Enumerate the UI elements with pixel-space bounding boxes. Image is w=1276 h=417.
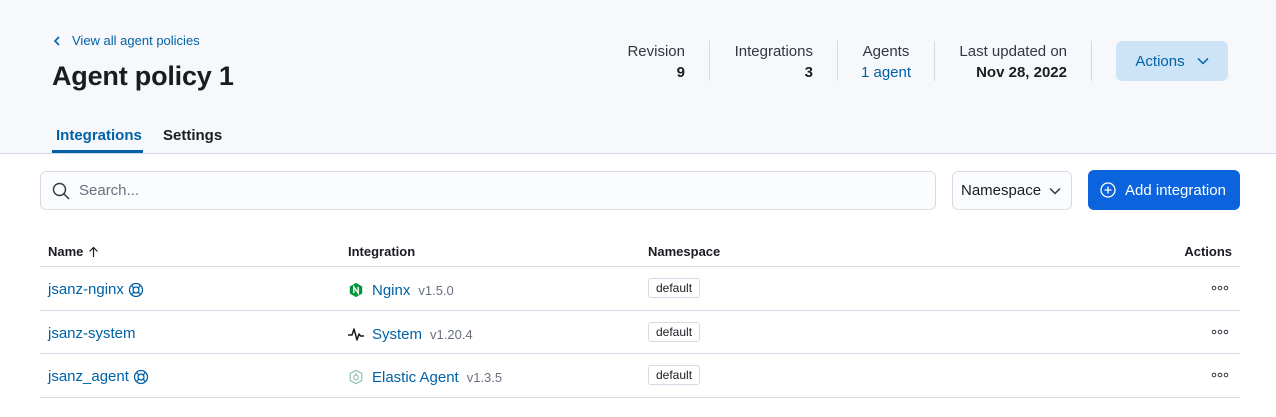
- integration-cell: Elastic Agent v1.3.5: [347, 368, 502, 386]
- column-header-name[interactable]: Name: [48, 244, 99, 259]
- policy-name: jsanz-system: [48, 325, 136, 342]
- row-actions-button[interactable]: [1210, 367, 1230, 383]
- integration-version: v1.3.5: [466, 369, 503, 385]
- table-row: jsanz-system System v1.20.4 default: [40, 311, 1240, 354]
- active-tab-indicator: [52, 150, 143, 153]
- namespace-filter-label: Namespace: [961, 182, 1042, 199]
- more-horizontal-icon: [1211, 372, 1229, 378]
- tab-settings[interactable]: Settings: [163, 127, 222, 144]
- column-header-namespace: Namespace: [648, 244, 721, 259]
- stat-divider: [934, 41, 935, 81]
- namespace-badge: default: [648, 365, 701, 385]
- integration-link[interactable]: Nginx: [372, 282, 410, 299]
- nginx-icon: [347, 281, 365, 299]
- lifebuoy-icon: [133, 369, 149, 384]
- chevron-down-icon: [1049, 187, 1061, 195]
- stat-integrations-label: Integrations: [734, 43, 813, 60]
- plus-in-circle-icon: [1100, 182, 1116, 198]
- actions-button-label: Actions: [1135, 52, 1185, 70]
- integration-link[interactable]: Elastic Agent: [372, 369, 459, 386]
- stat-divider: [709, 41, 710, 81]
- search-box[interactable]: [40, 171, 936, 210]
- namespace-badge: default: [648, 322, 701, 342]
- search-icon: [52, 182, 70, 200]
- pulse-icon: [347, 325, 365, 343]
- table-divider: [40, 397, 1240, 398]
- stat-divider: [1091, 41, 1092, 81]
- integration-cell: System v1.20.4: [347, 325, 473, 343]
- search-input[interactable]: [79, 172, 929, 209]
- integration-version: v1.5.0: [418, 282, 454, 298]
- stat-integrations: Integrations 3: [728, 43, 813, 82]
- policy-name-link[interactable]: jsanz-system: [48, 325, 136, 342]
- stat-revision-label: Revision: [627, 43, 685, 60]
- more-horizontal-icon: [1211, 329, 1229, 335]
- stat-agents-label: Agents: [862, 43, 910, 60]
- stat-last-updated-value: Nov 28, 2022: [976, 64, 1067, 81]
- stat-integrations-value: 3: [804, 64, 813, 81]
- chevron-down-icon: [1197, 57, 1209, 65]
- policy-name: jsanz_agent: [48, 368, 129, 385]
- table-row: jsanz-nginx Nginx v1.5.0 default: [40, 267, 1240, 310]
- chevron-left-icon: [53, 35, 60, 46]
- sort-ascending-icon: [89, 246, 99, 257]
- add-integration-label: Add integration: [1125, 181, 1226, 199]
- integration-cell: Nginx v1.5.0: [347, 281, 454, 299]
- column-header-actions: Actions: [1184, 244, 1232, 259]
- stat-last-updated-label: Last updated on: [959, 43, 1067, 60]
- row-actions-button[interactable]: [1210, 324, 1230, 340]
- stat-revision-value: 9: [676, 64, 685, 81]
- table-row: jsanz_agent Elastic Agent v1.3.5 default: [40, 354, 1240, 397]
- column-header-name-label: Name: [48, 244, 84, 259]
- agents-count-link[interactable]: 1 agent: [855, 64, 917, 82]
- policy-name: jsanz-nginx: [48, 281, 124, 298]
- policy-name-link[interactable]: jsanz_agent: [48, 368, 149, 385]
- page-header: View all agent policies Agent policy 1 R…: [0, 0, 1276, 154]
- page-title: Agent policy 1: [52, 61, 234, 91]
- lifebuoy-icon: [128, 282, 144, 297]
- namespace-badge: default: [648, 278, 701, 298]
- namespace-filter[interactable]: Namespace: [952, 171, 1072, 210]
- add-integration-button[interactable]: Add integration: [1088, 170, 1240, 210]
- policy-name-link[interactable]: jsanz-nginx: [48, 281, 144, 298]
- row-actions-button[interactable]: [1210, 280, 1230, 296]
- back-to-policies-link[interactable]: View all agent policies: [53, 33, 200, 48]
- integration-link[interactable]: System: [372, 326, 422, 343]
- actions-button[interactable]: Actions: [1116, 41, 1228, 81]
- more-horizontal-icon: [1211, 285, 1229, 291]
- tab-integrations[interactable]: Integrations: [56, 127, 142, 144]
- stat-divider: [837, 41, 838, 81]
- stat-last-updated: Last updated on Nov 28, 2022: [954, 43, 1067, 82]
- back-link-label: View all agent policies: [72, 33, 200, 48]
- elastic-agent-icon: [347, 368, 365, 386]
- stat-revision: Revision 9: [620, 43, 685, 82]
- column-header-integration: Integration: [348, 244, 416, 259]
- integration-version: v1.20.4: [430, 326, 473, 342]
- stat-agents: Agents 1 agent: [855, 43, 917, 82]
